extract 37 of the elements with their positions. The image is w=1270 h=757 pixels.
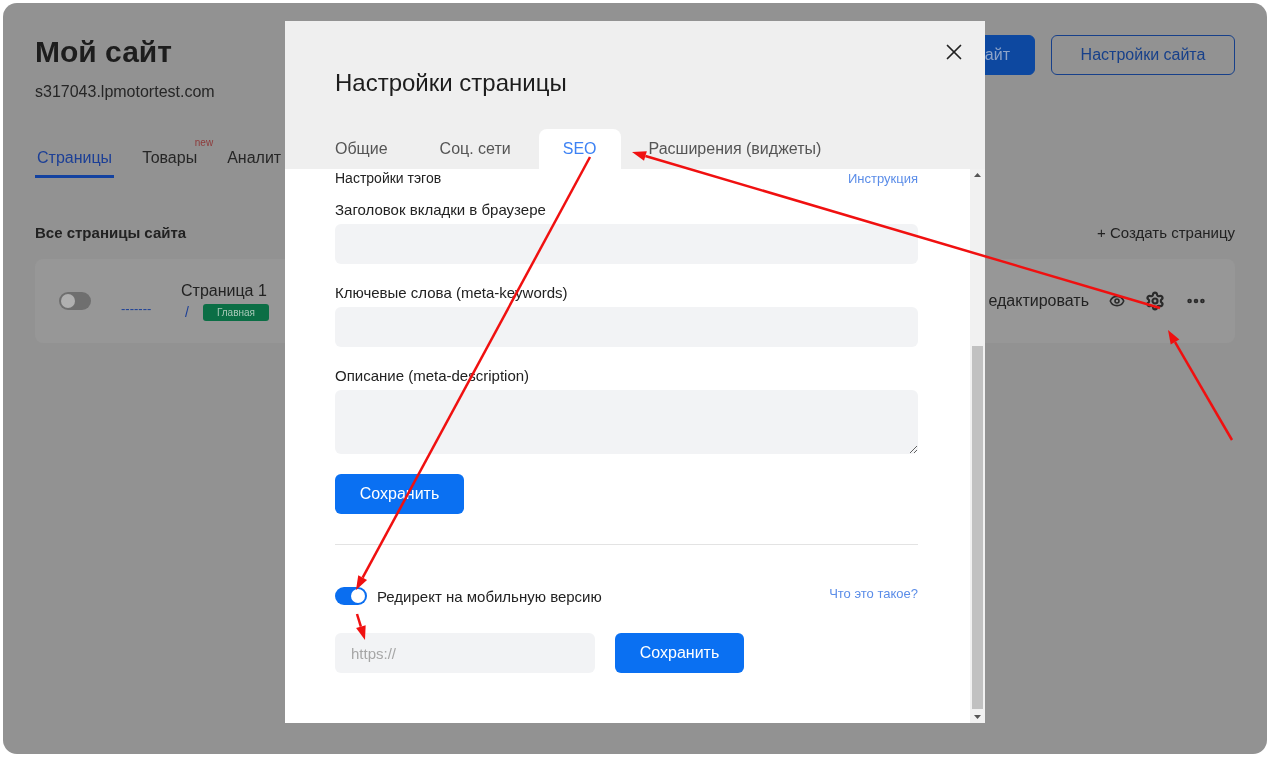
page-link[interactable]: -------: [121, 300, 181, 316]
site-settings-button[interactable]: Настройки сайта: [1051, 35, 1235, 75]
dialog-tab[interactable]: Расширения (виджеты): [624, 129, 846, 169]
settings-icon[interactable]: [1145, 291, 1165, 311]
dialog-title: Настройки страницы: [335, 69, 568, 97]
scroll-up-icon[interactable]: [974, 173, 981, 177]
dialog-tab[interactable]: Соц. сети: [415, 129, 535, 169]
field-label: Заголовок вкладки в браузере: [335, 201, 547, 218]
site-domain: s317043.lpmotortest.com: [35, 83, 215, 101]
annotation-arrow: [355, 613, 366, 640]
nav-tab[interactable]: Страницы: [35, 149, 115, 178]
input-field[interactable]: [335, 224, 918, 264]
create-page-link[interactable]: + Создать страницу: [1097, 224, 1235, 241]
url-field[interactable]: https://: [335, 633, 595, 673]
page-name: Страница 1: [181, 281, 268, 300]
scroll-down-icon[interactable]: [974, 715, 981, 719]
input-field[interactable]: [335, 307, 918, 347]
redirect-toggle[interactable]: [335, 587, 367, 605]
scrollbar[interactable]: [970, 169, 985, 723]
edit-link[interactable]: едактировать: [988, 292, 1089, 310]
nav-tab[interactable]: Аналит: [225, 149, 284, 178]
redirect-label: Редирект на мобильную версию: [377, 587, 602, 605]
dialog-tab[interactable]: Общие: [311, 129, 412, 169]
instruction-link[interactable]: Инструкция: [848, 170, 918, 186]
new-label: new: [194, 137, 214, 148]
dialog-tab[interactable]: SEO: [538, 129, 621, 169]
page-toggle[interactable]: [59, 292, 91, 310]
section-title: Все страницы сайта: [35, 224, 187, 241]
nav-tab[interactable]: Товары: [140, 149, 200, 178]
description-field[interactable]: [335, 390, 918, 454]
help-link[interactable]: Что это такое?: [829, 585, 918, 601]
eye-icon[interactable]: [1109, 293, 1125, 309]
section-title: Настройки тэгов: [335, 170, 442, 186]
main-page-tag: Главная: [202, 303, 269, 321]
save-button[interactable]: Сохранить: [615, 633, 744, 673]
page-path[interactable]: /: [185, 304, 189, 320]
site-title: Мой сайт: [35, 35, 173, 69]
